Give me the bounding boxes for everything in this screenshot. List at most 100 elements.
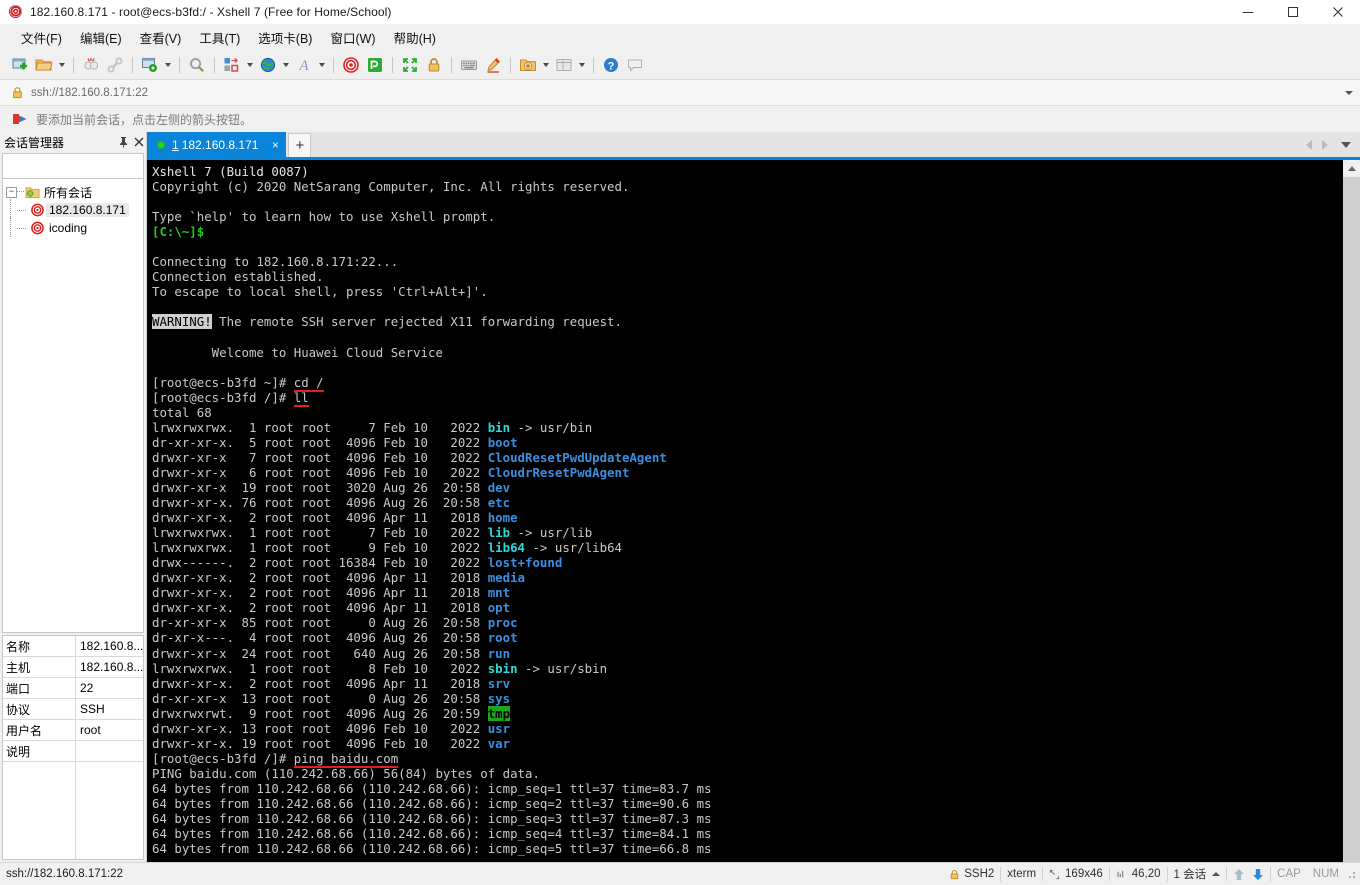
cursor-label: 46,20 bbox=[1131, 868, 1161, 880]
address-bar[interactable]: ssh://182.160.8.171:22 bbox=[0, 80, 1360, 106]
add-to-folder-icon[interactable] bbox=[517, 54, 539, 76]
link-icon bbox=[104, 54, 126, 76]
table-row-empty bbox=[3, 762, 143, 859]
property-key: 协议 bbox=[3, 699, 76, 719]
menu-tools[interactable]: 工具(T) bbox=[190, 25, 249, 50]
tab-close-icon[interactable]: × bbox=[268, 138, 282, 152]
tree-root-all-sessions[interactable]: − 所有会话 bbox=[3, 183, 143, 201]
sidebar-item-182-160-8-171[interactable]: 182.160.8.171 bbox=[3, 199, 143, 219]
property-key: 用户名 bbox=[3, 720, 76, 740]
keyboard-icon[interactable] bbox=[458, 54, 480, 76]
download-arrow-icon bbox=[1252, 868, 1264, 881]
size-label: 169x46 bbox=[1065, 868, 1103, 880]
address-input[interactable]: ssh://182.160.8.171:22 bbox=[31, 87, 1338, 99]
find-icon[interactable] bbox=[186, 54, 208, 76]
scrollbar-track[interactable] bbox=[1343, 177, 1360, 862]
status-sessions[interactable]: 1 会话 bbox=[1168, 866, 1227, 882]
xshell-icon[interactable] bbox=[340, 54, 362, 76]
add-to-folder-chevron-down-icon[interactable] bbox=[540, 54, 551, 76]
next-tab-arrow-icon[interactable] bbox=[1322, 139, 1328, 150]
property-value: SSH bbox=[80, 702, 105, 716]
session-tree[interactable]: − 所有会话 182.160.8.171 icoding bbox=[2, 179, 144, 633]
status-caps-lock: CAP bbox=[1277, 868, 1301, 880]
notice-bar: 要添加当前会话，点击左侧的箭头按钮。 bbox=[0, 106, 1360, 132]
menu-window[interactable]: 窗口(W) bbox=[321, 25, 384, 50]
session-item-label: 182.160.8.171 bbox=[46, 203, 129, 217]
globe-chevron-down-icon[interactable] bbox=[280, 54, 291, 76]
terminal-screen[interactable]: Xshell 7 (Build 0087) Copyright (c) 2020… bbox=[147, 160, 1343, 862]
cursor-icon bbox=[1116, 869, 1127, 880]
new-tab-button[interactable]: + bbox=[288, 133, 312, 157]
xshell-window: 182.160.8.171 - root@ecs-b3fd:/ - Xshell… bbox=[0, 0, 1360, 885]
session-properties-chevron-down-icon[interactable] bbox=[162, 54, 173, 76]
property-key: 名称 bbox=[3, 636, 76, 656]
property-key: 主机 bbox=[3, 657, 76, 677]
fullscreen-icon[interactable] bbox=[399, 54, 421, 76]
xftp-icon[interactable] bbox=[364, 54, 386, 76]
tab-label: 182.160.8.171 bbox=[181, 137, 259, 152]
property-key: 端口 bbox=[3, 678, 76, 698]
resize-grip-icon[interactable] bbox=[1345, 868, 1357, 880]
terminal-pane: 1 182.160.8.171 × + Xshell 7 (Build 0087… bbox=[147, 132, 1360, 862]
resize-icon bbox=[1049, 869, 1060, 880]
disconnect-icon bbox=[80, 54, 102, 76]
table-row: 名称 182.160.8... bbox=[3, 636, 143, 657]
status-url: ssh://182.160.8.171:22 bbox=[6, 868, 124, 880]
table-row: 协议 SSH bbox=[3, 699, 143, 720]
upload-arrow-icon bbox=[1233, 868, 1245, 881]
new-session-icon[interactable] bbox=[9, 54, 31, 76]
lock-icon bbox=[949, 869, 960, 880]
status-bar: ssh://182.160.8.171:22 SSH2 xterm 169x46… bbox=[0, 862, 1360, 885]
highlight-pen-icon[interactable] bbox=[482, 54, 504, 76]
pin-icon[interactable] bbox=[116, 133, 131, 151]
sidebar-item-icoding[interactable]: icoding bbox=[3, 217, 143, 237]
address-chevron-down-icon[interactable] bbox=[1338, 80, 1360, 105]
sessions-chevron-up-icon[interactable] bbox=[1212, 872, 1221, 876]
session-manager-panel: 会话管理器 − 所有会话 182.160.8.171 icoding 名称 18… bbox=[0, 132, 164, 862]
help-icon[interactable]: ? bbox=[600, 54, 622, 76]
tab-182-160-8-171[interactable]: 1 182.160.8.171 × bbox=[147, 132, 287, 157]
property-key: 说明 bbox=[3, 741, 76, 761]
status-terminal-type: xterm bbox=[1007, 868, 1037, 880]
tab-list-chevron-down-icon[interactable] bbox=[1341, 141, 1351, 148]
tab-number: 1 bbox=[172, 137, 179, 152]
layout-icon[interactable] bbox=[221, 54, 243, 76]
prev-tab-arrow-icon[interactable] bbox=[1306, 139, 1312, 150]
minimize-button[interactable] bbox=[1225, 0, 1270, 24]
menu-edit[interactable]: 编辑(E) bbox=[71, 25, 131, 50]
toolbar: A ? bbox=[0, 50, 1360, 80]
property-value: 182.160.8... bbox=[80, 660, 143, 674]
close-button[interactable] bbox=[1315, 0, 1360, 24]
session-search-input[interactable] bbox=[3, 159, 151, 173]
tree-expander-icon[interactable]: − bbox=[6, 183, 17, 201]
status-size: 169x46 bbox=[1043, 868, 1109, 880]
scrollbar-up-arrow-icon[interactable] bbox=[1343, 160, 1360, 177]
open-folder-chevron-down-icon[interactable] bbox=[56, 54, 67, 76]
tab-strip: 1 182.160.8.171 × + bbox=[147, 132, 1360, 160]
lock-icon bbox=[11, 86, 24, 99]
terminal-scrollbar[interactable] bbox=[1343, 160, 1360, 862]
comment-icon bbox=[624, 54, 646, 76]
open-folder-icon[interactable] bbox=[33, 54, 55, 76]
property-value bbox=[76, 741, 143, 761]
tab-navigation bbox=[1301, 132, 1360, 157]
sessions-label: 1 会话 bbox=[1173, 869, 1207, 881]
globe-icon[interactable] bbox=[257, 54, 279, 76]
menu-file[interactable]: 文件(F) bbox=[12, 25, 71, 50]
session-properties-icon[interactable] bbox=[139, 54, 161, 76]
svg-text:A: A bbox=[298, 58, 309, 74]
font-chevron-down-icon[interactable] bbox=[316, 54, 327, 76]
layout-chevron-down-icon[interactable] bbox=[244, 54, 255, 76]
menu-view[interactable]: 查看(V) bbox=[131, 25, 191, 50]
menu-tabs[interactable]: 选项卡(B) bbox=[249, 25, 321, 50]
maximize-button[interactable] bbox=[1270, 0, 1315, 24]
lock-icon[interactable] bbox=[423, 54, 445, 76]
font-icon[interactable]: A bbox=[293, 54, 315, 76]
menu-bar: 文件(F) 编辑(E) 查看(V) 工具(T) 选项卡(B) 窗口(W) 帮助(… bbox=[0, 24, 1360, 50]
session-properties-table: 名称 182.160.8... 主机 182.160.8... 端口 22 协议… bbox=[2, 635, 144, 860]
window-title: 182.160.8.171 - root@ecs-b3fd:/ - Xshell… bbox=[30, 5, 392, 19]
close-icon[interactable] bbox=[131, 133, 146, 151]
table-row: 主机 182.160.8... bbox=[3, 657, 143, 678]
session-search-box[interactable] bbox=[2, 153, 164, 179]
menu-help[interactable]: 帮助(H) bbox=[385, 25, 445, 50]
